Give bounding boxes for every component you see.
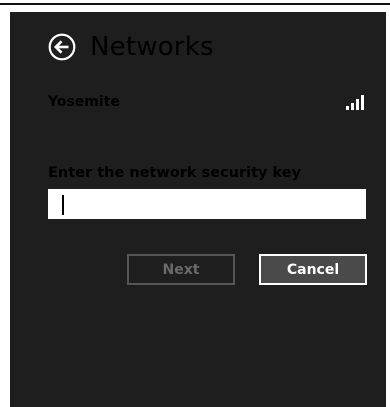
divider <box>0 3 390 5</box>
network-name: Yosemite <box>48 94 120 110</box>
wifi-signal-bars-icon <box>344 94 366 110</box>
page-title: Networks <box>90 32 214 62</box>
security-key-label: Enter the network security key <box>48 165 302 181</box>
back-arrow-circle-icon[interactable] <box>48 33 76 61</box>
panel-header: Networks <box>48 30 214 64</box>
network-item: Yosemite <box>48 92 366 112</box>
text-caret <box>62 195 64 215</box>
next-button[interactable]: Next <box>127 254 235 285</box>
panel-edge <box>386 12 390 407</box>
screen: Networks Yosemite Enter the network secu… <box>0 0 390 407</box>
cancel-button[interactable]: Cancel <box>259 254 367 285</box>
security-key-input[interactable] <box>48 189 366 219</box>
